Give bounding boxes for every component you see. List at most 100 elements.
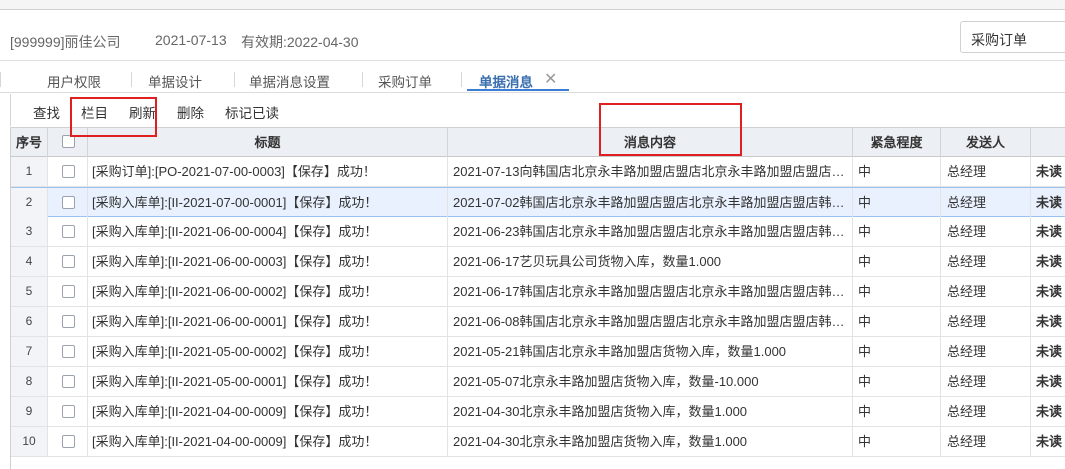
header-bar: [999999]丽佳公司 2021-07-13 有效期:2022-04-30 采…: [0, 10, 1065, 61]
row-content: 2021-06-08韩国店北京永丰路加盟店盟店北京永丰路加盟店盟店韩国店北京永丰…: [448, 307, 853, 336]
header-seq: 序号: [11, 128, 48, 157]
table-row[interactable]: 5 [采购入库单]:[II-2021-06-00-0002]【保存】成功！ 2021…: [11, 277, 1065, 307]
row-checkbox-cell: [48, 397, 88, 426]
row-checkbox[interactable]: [61, 255, 75, 268]
row-content: 2021-05-21韩国店北京永丰路加盟店货物入库，数量1.000: [448, 337, 853, 366]
row-title: [采购入库单]:[II-2021-06-00-0003]【保存】成功！: [88, 247, 448, 276]
row-checkbox-cell: [48, 217, 88, 246]
table-row[interactable]: 2 [采购入库单]:[II-2021-07-00-0001]【保存】成功！ 2021…: [11, 187, 1065, 217]
messages-grid: 序号 标题 消息内容 紧急程度 发送人 1 [采购订单]:[PO-2021-07-…: [10, 127, 1065, 469]
row-title: [采购入库单]:[II-2021-06-00-0004]【保存】成功！: [88, 217, 448, 246]
header-select-all: [48, 128, 88, 157]
row-title: [采购入库单]:[II-2021-06-00-0002]【保存】成功！: [88, 277, 448, 306]
header-title[interactable]: 标题: [88, 128, 448, 157]
row-number: 4: [11, 247, 48, 276]
tab-separator: [234, 72, 235, 87]
row-title: [采购入库单]:[II-2021-07-00-0001]【保存】成功！: [88, 188, 448, 217]
header-urgency[interactable]: 紧急程度: [853, 128, 941, 157]
row-number: 8: [11, 367, 48, 396]
row-number: 10: [11, 427, 48, 456]
row-number: 9: [11, 397, 48, 426]
table-row[interactable]: 4 [采购入库单]:[II-2021-06-00-0003]【保存】成功！ 2021…: [11, 247, 1065, 277]
row-status: 未读: [1036, 404, 1063, 419]
row-urgency: 中: [853, 247, 941, 276]
row-urgency: 中: [853, 277, 941, 306]
delete-button[interactable]: 删除: [177, 102, 204, 122]
row-urgency: 中: [853, 367, 941, 396]
row-checkbox[interactable]: [61, 225, 75, 238]
table-row[interactable]: 9 [采购入库单]:[II-2021-04-00-0009]【保存】成功！ 2021…: [11, 397, 1065, 427]
row-checkbox-cell: [48, 427, 88, 456]
tab-bar: 用户权限 单据设计 单据消息设置 采购订单 单据消息 ✕: [0, 66, 1065, 93]
row-number: 2: [11, 188, 48, 217]
table-row[interactable]: 8 [采购入库单]:[II-2021-05-00-0001]【保存】成功！ 2021…: [11, 367, 1065, 397]
row-checkbox[interactable]: [61, 315, 75, 328]
row-checkbox[interactable]: [61, 165, 75, 178]
row-title: [采购订单]:[PO-2021-07-00-0003]【保存】成功！: [88, 157, 448, 186]
row-checkbox[interactable]: [61, 196, 75, 209]
row-content: 2021-04-30北京永丰路加盟店货物入库，数量1.000: [448, 427, 853, 456]
tab-separator: [362, 72, 363, 87]
header-sender[interactable]: 发送人: [941, 128, 1031, 157]
row-content: 2021-04-30北京永丰路加盟店货物入库，数量1.000: [448, 397, 853, 426]
mark-read-button[interactable]: 标记已读: [225, 102, 279, 122]
row-content: 2021-06-17韩国店北京永丰路加盟店盟店北京永丰路加盟店盟店韩国店北京永丰…: [448, 277, 853, 306]
select-all-checkbox[interactable]: [61, 135, 75, 148]
row-content: 2021-07-02韩国店北京永丰路加盟店盟店北京永丰路加盟店盟店韩国店北京永丰…: [448, 188, 853, 217]
row-sender: 总经理: [941, 337, 1031, 366]
header-content[interactable]: 消息内容: [448, 128, 853, 157]
row-urgency: 中: [853, 217, 941, 246]
tab-separator: [0, 72, 1, 87]
tab-purchase-order[interactable]: 采购订单: [378, 71, 432, 91]
tab-separator: [461, 72, 462, 87]
columns-button[interactable]: 栏目: [81, 102, 108, 122]
table-row[interactable]: 1 [采购订单]:[PO-2021-07-00-0003]【保存】成功！ 2021-…: [11, 157, 1065, 187]
header-status: [1031, 128, 1065, 157]
tab-document-messages[interactable]: 单据消息: [479, 71, 533, 91]
top-strip: [0, 0, 1065, 10]
row-content: 2021-06-23韩国店北京永丰路加盟店盟店北京永丰路加盟店盟店韩国店北京永丰…: [448, 217, 853, 246]
row-checkbox[interactable]: [61, 405, 75, 418]
close-icon[interactable]: ✕: [544, 69, 557, 89]
row-content: 2021-07-13向韩国店北京永丰路加盟店盟店北京永丰路加盟店盟店韩国店北京永…: [448, 157, 853, 186]
row-checkbox[interactable]: [61, 285, 75, 298]
validity-date: 有效期:2022-04-30: [241, 34, 359, 50]
find-button[interactable]: 查找: [33, 102, 60, 122]
row-title: [采购入库单]:[II-2021-05-00-0001]【保存】成功！: [88, 367, 448, 396]
tab-document-design[interactable]: 单据设计: [148, 71, 202, 91]
row-status: 未读: [1036, 224, 1063, 239]
row-urgency: 中: [853, 307, 941, 336]
row-checkbox-cell: [48, 367, 88, 396]
row-content: 2021-06-17艺贝玩具公司货物入库，数量1.000: [448, 247, 853, 276]
table-row[interactable]: 7 [采购入库单]:[II-2021-05-00-0002]【保存】成功！ 2021…: [11, 337, 1065, 367]
row-status: 未读: [1036, 284, 1063, 299]
row-title: [采购入库单]:[II-2021-06-00-0001]【保存】成功！: [88, 307, 448, 336]
row-status: 未读: [1036, 434, 1063, 449]
row-title: [采购入库单]:[II-2021-04-00-0009]【保存】成功！: [88, 397, 448, 426]
active-tab-indicator: [467, 89, 569, 91]
row-status: 未读: [1036, 195, 1063, 210]
document-type-select-value: 采购订单: [971, 32, 1027, 48]
row-sender: 总经理: [941, 397, 1031, 426]
row-sender: 总经理: [941, 367, 1031, 396]
row-checkbox-cell: [48, 337, 88, 366]
row-number: 3: [11, 217, 48, 246]
row-content: 2021-05-07北京永丰路加盟店货物入库，数量-10.000: [448, 367, 853, 396]
row-sender: 总经理: [941, 188, 1031, 217]
row-number: 1: [11, 157, 48, 186]
document-type-select[interactable]: 采购订单: [960, 21, 1065, 53]
refresh-button[interactable]: 刷新: [129, 102, 156, 122]
row-checkbox[interactable]: [61, 435, 75, 448]
table-row[interactable]: 10 [采购入库单]:[II-2021-04-00-0009]【保存】成功！ 202…: [11, 427, 1065, 457]
row-urgency: 中: [853, 188, 941, 217]
row-checkbox[interactable]: [61, 375, 75, 388]
tab-user-permissions[interactable]: 用户权限: [47, 71, 101, 91]
tab-separator: [131, 72, 132, 87]
table-row[interactable]: 6 [采购入库单]:[II-2021-06-00-0001]【保存】成功！ 2021…: [11, 307, 1065, 337]
table-row[interactable]: 3 [采购入库单]:[II-2021-06-00-0004]【保存】成功！ 2021…: [11, 217, 1065, 247]
row-urgency: 中: [853, 427, 941, 456]
row-status: 未读: [1036, 254, 1063, 269]
tab-document-message-settings[interactable]: 单据消息设置: [249, 71, 330, 91]
row-checkbox[interactable]: [61, 345, 75, 358]
row-urgency: 中: [853, 397, 941, 426]
